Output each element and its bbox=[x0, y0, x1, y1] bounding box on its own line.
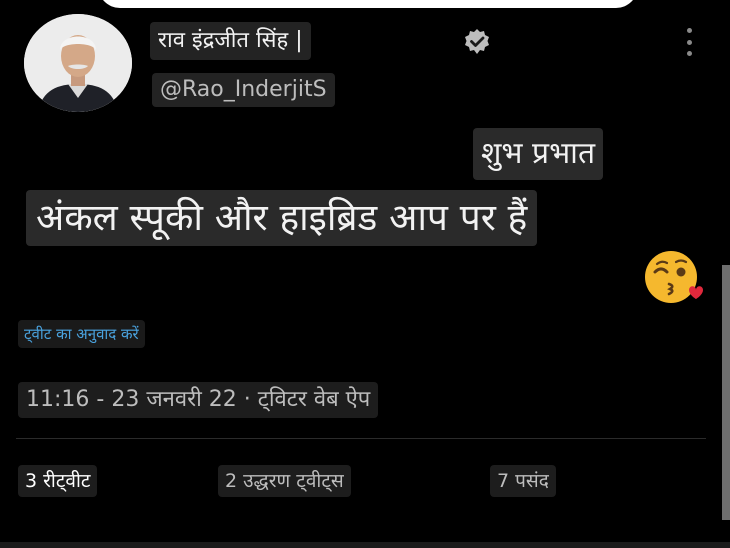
likes-count[interactable]: 7 पसंद bbox=[490, 465, 556, 497]
tweet-timestamp-source[interactable]: 11:16 - 23 जनवरी 22 · ट्विटर वेब ऐप bbox=[18, 382, 379, 418]
quote-tweets-count[interactable]: 2 उद्धरण ट्वीट्स bbox=[218, 465, 351, 497]
tweet-text: अंकल स्पूकी और हाइब्रिड आप पर हैं bbox=[26, 190, 538, 246]
divider bbox=[16, 438, 706, 439]
translate-tweet-link[interactable]: ट्वीट का अनुवाद करें bbox=[18, 320, 145, 348]
bottom-divider bbox=[0, 542, 730, 548]
tweet-greeting: शुभ प्रभात bbox=[473, 128, 604, 180]
more-options-icon[interactable] bbox=[678, 28, 700, 56]
display-name[interactable]: राव इंद्रजीत सिंह | bbox=[150, 22, 311, 60]
retweets-count[interactable]: 3 रीट्वीट bbox=[18, 465, 98, 497]
avatar[interactable] bbox=[24, 14, 132, 112]
user-handle[interactable]: @Rao_InderjitS bbox=[152, 73, 335, 107]
scrollbar[interactable] bbox=[722, 265, 730, 520]
verified-badge-icon bbox=[462, 27, 492, 57]
kiss-emoji-icon bbox=[643, 248, 705, 306]
search-bar-edge[interactable] bbox=[98, 0, 638, 8]
